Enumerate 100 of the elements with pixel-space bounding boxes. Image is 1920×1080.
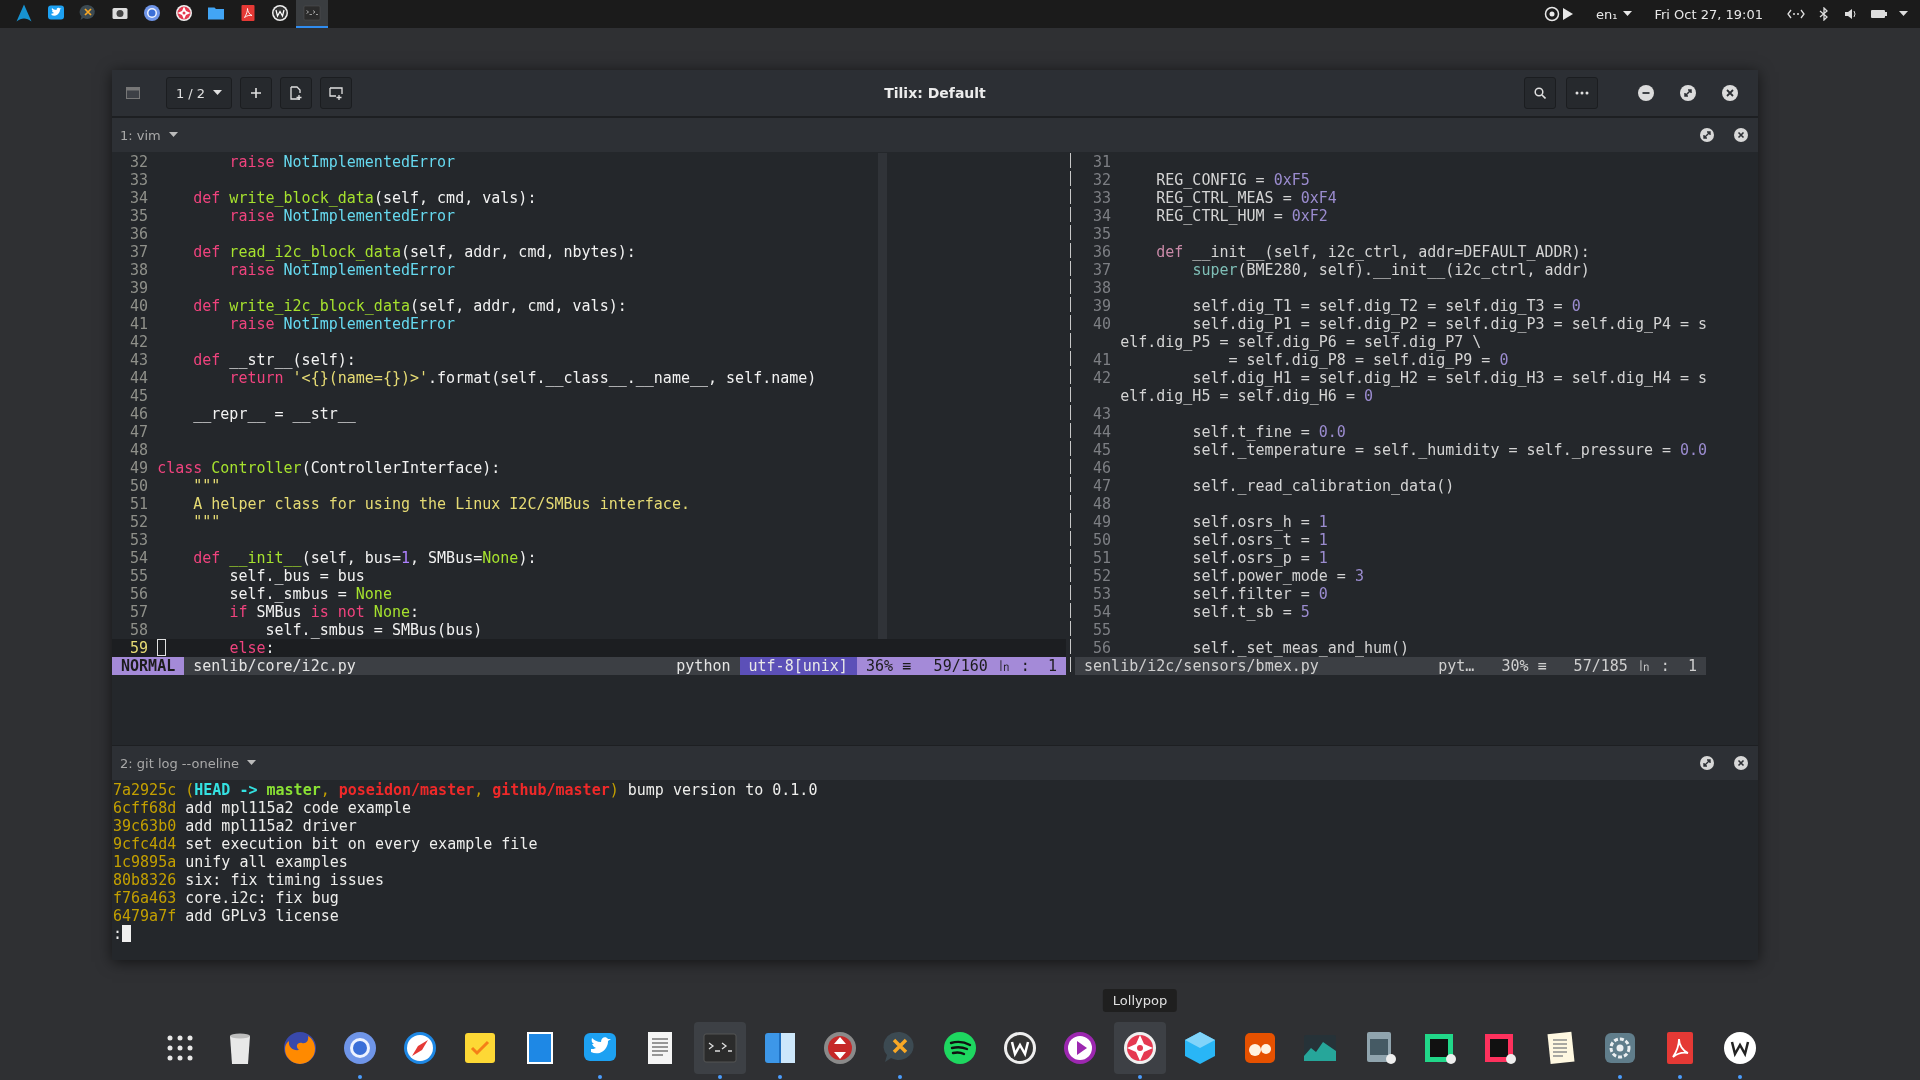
line-number: 58 bbox=[129, 621, 150, 639]
window-title: Tilix: Default bbox=[884, 85, 986, 101]
file-type: python bbox=[675, 657, 732, 675]
cursor-position: 59/160 ㏑ : 1 bbox=[920, 657, 1066, 675]
search-button[interactable] bbox=[1524, 77, 1556, 109]
line-number: 36 bbox=[1092, 243, 1113, 261]
code-line: self.power_mode = 3 bbox=[1192, 567, 1364, 585]
line-number: 43 bbox=[129, 351, 150, 369]
line-number: 47 bbox=[129, 423, 150, 441]
line-number: 33 bbox=[1092, 189, 1113, 207]
log-line: 80b8326 six: fix timing issues bbox=[113, 871, 384, 889]
line-number: 34 bbox=[129, 189, 150, 207]
line-number: 49 bbox=[1092, 513, 1113, 531]
code-line: class Controller(ControllerInterface): bbox=[157, 459, 501, 477]
add-down-button[interactable] bbox=[320, 77, 352, 109]
line-number: 51 bbox=[1092, 549, 1113, 567]
code-line: self._smbus = None bbox=[229, 585, 392, 603]
code-line: self.filter = 0 bbox=[1192, 585, 1328, 603]
line-number: 49 bbox=[129, 459, 150, 477]
code-line: self.dig_P1 = self.dig_P2 = self.dig_P3 = self.dig_P4 = s bbox=[1192, 315, 1708, 333]
code-line: self._set_meas_and_hum() bbox=[1192, 639, 1410, 657]
line-number: 51 bbox=[129, 495, 150, 513]
close-icon bbox=[1722, 85, 1738, 101]
code-line: self.t_fine = 0.0 bbox=[1192, 423, 1346, 441]
code-line: raise NotImplementedError bbox=[229, 315, 456, 333]
line-number: 50 bbox=[1092, 531, 1113, 549]
line-number: 54 bbox=[1092, 603, 1113, 621]
line-number: 33 bbox=[129, 171, 150, 189]
log-line: 9cfc4d4 set execution bit on every example file bbox=[113, 835, 538, 853]
terminal-icon bbox=[302, 3, 322, 23]
log-line: 39c63b0 add mpl115a2 driver bbox=[113, 817, 357, 835]
add-right-icon bbox=[289, 86, 303, 100]
arch-logo-icon bbox=[14, 3, 34, 23]
code-line: if SMBus is not None: bbox=[229, 603, 420, 621]
code-line: def __init__(self, i2c_ctrl, addr=DEFAULT_ADDR): bbox=[1156, 243, 1590, 261]
more-button[interactable] bbox=[1566, 77, 1598, 109]
maximize-icon bbox=[1700, 756, 1714, 770]
candy-icon bbox=[174, 3, 194, 23]
file-encoding: utf-8[unix] bbox=[739, 657, 857, 675]
tooltip: Lollypop bbox=[1102, 989, 1178, 1012]
line-number: 46 bbox=[1092, 459, 1113, 477]
caret-icon bbox=[247, 760, 257, 766]
line-number: 38 bbox=[129, 261, 150, 279]
code-line: return '<{}(name={})>'.format(self.__class__.__name__, self.name) bbox=[229, 369, 817, 387]
ring-icon bbox=[142, 3, 162, 23]
code-line: """ bbox=[193, 513, 221, 531]
line-number: 55 bbox=[1092, 621, 1113, 639]
line-number: 41 bbox=[129, 315, 150, 333]
code-line: __repr__ = __str__ bbox=[193, 405, 356, 423]
code-line: def write_block_data(self, cmd, vals): bbox=[193, 189, 537, 207]
line-number: 43 bbox=[1092, 405, 1113, 423]
log-line: 1c9895a unify all examples bbox=[113, 853, 348, 871]
code-line: self._bus = bus bbox=[229, 567, 365, 585]
terminal-title-button[interactable]: 1: vim bbox=[120, 127, 178, 143]
terminal-icon bbox=[126, 87, 140, 99]
new-terminal-button[interactable] bbox=[240, 77, 272, 109]
text-cursor bbox=[122, 925, 132, 942]
clock[interactable]: Fri Oct 27, 19:01 bbox=[1642, 0, 1781, 28]
language-button[interactable]: en₁ bbox=[1586, 0, 1643, 28]
bird-icon bbox=[46, 3, 66, 23]
plus-icon bbox=[250, 87, 262, 99]
line-number: 38 bbox=[1092, 279, 1113, 297]
log-line: 6479a7f add GPLv3 license bbox=[113, 907, 339, 925]
scroll-percent: 30% ≡ bbox=[1500, 657, 1548, 675]
close-icon bbox=[1734, 128, 1748, 142]
code-line: def __str__(self): bbox=[193, 351, 356, 369]
code-line: self.dig_H1 = self.dig_H2 = self.dig_H3 = self.dig_H4 = s bbox=[1192, 369, 1708, 387]
file-type: pyt… bbox=[1437, 657, 1476, 675]
line-number: 32 bbox=[129, 153, 150, 171]
line-number: 59 bbox=[129, 639, 150, 657]
line-number: 52 bbox=[1092, 567, 1113, 585]
scroll-percent: 36% ≡ bbox=[856, 657, 921, 675]
mode-indicator: NORMAL bbox=[112, 657, 185, 675]
line-number: 56 bbox=[129, 585, 150, 603]
code-line: A helper class for using the Linux I2C/SMBus interface. bbox=[193, 495, 690, 513]
line-number: 50 bbox=[129, 477, 150, 495]
battery-icon bbox=[1871, 9, 1887, 19]
search-icon bbox=[1534, 87, 1546, 99]
code-line: REG_CTRL_MEAS = 0xF4 bbox=[1156, 189, 1337, 207]
line-number: 53 bbox=[129, 531, 150, 549]
line-number: 45 bbox=[129, 387, 150, 405]
maximize-icon bbox=[1700, 128, 1714, 142]
add-right-button[interactable] bbox=[280, 77, 312, 109]
line-number: 57 bbox=[129, 603, 150, 621]
line-number: 40 bbox=[129, 297, 150, 315]
terminal-title-button[interactable]: 2: git log --oneline bbox=[120, 755, 257, 771]
zigzag-circle-icon bbox=[270, 3, 290, 23]
add-down-icon bbox=[329, 86, 343, 100]
code-line: """ bbox=[193, 477, 221, 495]
line-number: 46 bbox=[129, 405, 150, 423]
line-number: 34 bbox=[1092, 207, 1113, 225]
cursor-position: 57/185 ㏑ : 1 bbox=[1572, 657, 1698, 675]
code-line: elf.dig_H5 = self.dig_H6 = 0 bbox=[1120, 387, 1373, 405]
network-icon bbox=[1787, 8, 1805, 20]
line-number: 55 bbox=[129, 567, 150, 585]
code-line: REG_CONFIG = 0xF5 bbox=[1156, 171, 1310, 189]
maximize-icon bbox=[1680, 85, 1696, 101]
dock-button[interactable] bbox=[1114, 1022, 1166, 1074]
session-button[interactable]: 1 / 2 bbox=[166, 77, 232, 109]
line-number: 44 bbox=[129, 369, 150, 387]
